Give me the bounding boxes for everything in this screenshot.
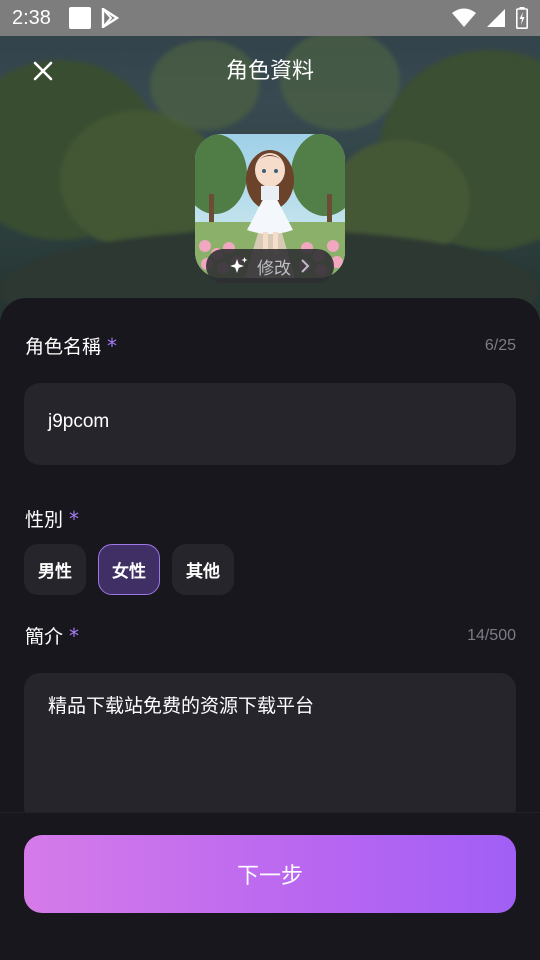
name-label: 角色名稱 — [25, 336, 102, 358]
intro-required-mark: * — [69, 623, 80, 648]
name-char-counter: 6/25 — [484, 336, 516, 354]
intro-label-row: 簡介 * 14/500 — [25, 622, 516, 649]
page-title: 角色資料 — [225, 59, 314, 84]
top-header: 角色資料 — [0, 36, 540, 102]
signal-icon — [487, 9, 505, 27]
gender-option-other[interactable]: 其他 — [172, 544, 234, 595]
intro-char-counter: 14/500 — [467, 626, 516, 644]
intro-textarea[interactable]: 精品下载站免费的资源下载平台 — [24, 673, 516, 823]
name-input[interactable]: j9pcom — [24, 383, 516, 465]
wifi-icon — [452, 8, 476, 27]
gender-option-female[interactable]: 女性 — [98, 544, 160, 595]
name-input-value: j9pcom — [48, 411, 110, 432]
gender-label: 性別 — [25, 509, 64, 531]
avatar-container: 修改 — [195, 134, 345, 284]
gender-label-row: 性別 * — [25, 505, 516, 532]
edit-avatar-label: 修改 — [257, 258, 291, 279]
sparkle-icon — [230, 257, 248, 273]
chevron-right-icon — [301, 259, 310, 273]
intro-label: 簡介 — [25, 626, 64, 648]
gender-option-male[interactable]: 男性 — [24, 544, 86, 595]
close-button[interactable] — [28, 56, 58, 86]
battery-icon — [516, 7, 528, 29]
gender-required-mark: * — [69, 506, 80, 531]
gender-options: 男性 女性 其他 — [24, 544, 234, 595]
edit-avatar-button[interactable]: 修改 — [206, 249, 334, 283]
notification-square-icon — [68, 7, 91, 29]
name-required-mark: * — [107, 333, 118, 358]
close-icon — [33, 61, 53, 81]
intro-textarea-value: 精品下载站免费的资源下载平台 — [48, 696, 315, 717]
status-bar: 2:38 — [0, 0, 540, 36]
status-time: 2:38 — [12, 6, 51, 29]
name-label-row: 角色名稱 * 6/25 — [25, 332, 516, 359]
next-step-button[interactable]: 下一步 — [24, 835, 516, 913]
play-store-icon — [101, 8, 119, 28]
